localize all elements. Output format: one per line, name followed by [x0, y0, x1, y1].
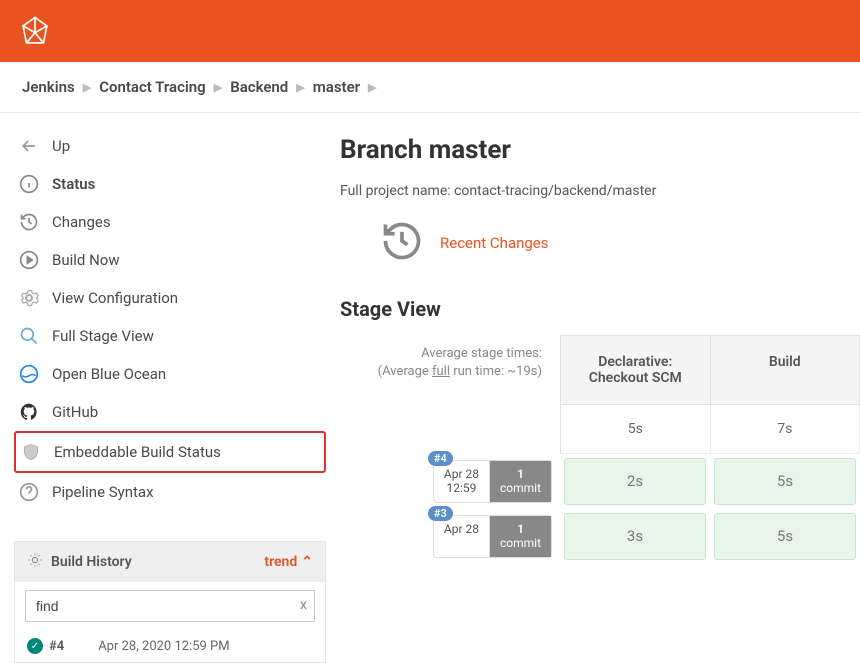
build-row: #3 Apr 28 1 commit 3s 5s — [340, 509, 860, 564]
stage-header: Build — [711, 336, 860, 404]
build-badge[interactable]: #4 Apr 28 12:59 1 commit — [433, 460, 552, 503]
sidebar-item-label: GitHub — [52, 403, 98, 421]
info-icon — [18, 173, 40, 195]
page-title: Branch master — [340, 135, 860, 165]
crumb-branch[interactable]: master — [313, 78, 360, 96]
build-history-search-input[interactable] — [25, 590, 315, 622]
build-number: #4 — [49, 639, 64, 654]
build-commit-count: 1 commit — [490, 516, 551, 557]
sidebar-item-full-stage-view[interactable]: Full Stage View — [14, 317, 326, 355]
stage-cell[interactable]: 5s — [714, 458, 856, 505]
sidebar-item-view-configuration[interactable]: View Configuration — [14, 279, 326, 317]
sun-icon — [27, 552, 43, 572]
sidebar-item-label: Changes — [52, 213, 111, 231]
average-stage-times-label: Average stage times: (Average full run t… — [340, 335, 560, 454]
sidebar-item-label: Build Now — [52, 251, 120, 269]
full-project-name: Full project name: contact-tracing/backe… — [340, 183, 860, 199]
crumb-jenkins[interactable]: Jenkins — [22, 78, 75, 96]
chevron-right-icon: ▶ — [214, 81, 222, 94]
sidebar-item-embeddable-build-status[interactable]: Embeddable Build Status — [14, 431, 326, 473]
top-header — [0, 0, 860, 62]
sidebar: Up Status Changes Build Now View Configu… — [0, 113, 340, 663]
sidebar-item-changes[interactable]: Changes — [14, 203, 326, 241]
magnifier-icon — [18, 325, 40, 347]
main-content: Branch master Full project name: contact… — [340, 113, 860, 663]
sidebar-item-status[interactable]: Status — [14, 165, 326, 203]
sidebar-item-label: Up — [52, 137, 70, 155]
shield-icon — [20, 441, 42, 463]
trend-toggle[interactable]: trend ⌃ — [264, 554, 313, 570]
build-commit-count: 1 commit — [490, 461, 551, 502]
build-history-title: Build History — [51, 554, 132, 570]
build-timestamp: Apr 28 — [434, 516, 490, 557]
sidebar-item-github[interactable]: GitHub — [14, 393, 326, 431]
crumb-project[interactable]: Contact Tracing — [99, 78, 206, 96]
sidebar-item-label: Full Stage View — [52, 327, 154, 345]
build-badge[interactable]: #3 Apr 28 1 commit — [433, 515, 552, 558]
clear-search-icon[interactable]: x — [300, 597, 307, 613]
history-clock-icon — [380, 219, 424, 267]
stage-cell[interactable]: 2s — [564, 458, 706, 505]
chevron-right-icon: ▶ — [83, 81, 91, 94]
build-history-panel: Build History trend ⌃ x ✓ #4 Apr 28, 202… — [14, 541, 326, 663]
help-icon — [18, 481, 40, 503]
recent-changes-link[interactable]: Recent Changes — [440, 234, 549, 252]
sidebar-item-label: Embeddable Build Status — [54, 443, 221, 461]
stage-average-time: 5s — [561, 405, 711, 453]
history-icon — [18, 211, 40, 233]
sidebar-item-label: Pipeline Syntax — [52, 483, 154, 501]
success-status-icon: ✓ — [27, 638, 43, 654]
build-row: #4 Apr 28 12:59 1 commit 2s 5s — [340, 454, 860, 509]
jenkins-logo-icon — [18, 14, 52, 48]
chevron-right-icon: ▶ — [296, 81, 304, 94]
chevron-up-icon: ⌃ — [301, 554, 313, 570]
build-timestamp: Apr 28 12:59 — [434, 461, 490, 502]
sidebar-item-up[interactable]: Up — [14, 127, 326, 165]
sidebar-item-label: Open Blue Ocean — [52, 365, 166, 383]
recent-changes-section: Recent Changes — [380, 219, 860, 267]
build-date: Apr 28, 2020 12:59 PM — [98, 639, 229, 654]
stage-view-heading: Stage View — [340, 297, 860, 321]
gear-icon — [18, 287, 40, 309]
github-icon — [18, 401, 40, 423]
build-history-header: Build History trend ⌃ — [15, 542, 325, 582]
breadcrumb: Jenkins ▶ Contact Tracing ▶ Backend ▶ ma… — [0, 62, 860, 113]
crumb-module[interactable]: Backend — [230, 78, 288, 96]
stage-cell[interactable]: 5s — [714, 513, 856, 560]
build-number-chip: #4 — [428, 451, 453, 466]
build-number-chip: #3 — [428, 506, 453, 521]
chevron-right-icon: ▶ — [368, 81, 376, 94]
sidebar-item-label: View Configuration — [52, 289, 178, 307]
sidebar-item-label: Status — [52, 175, 95, 193]
stage-cell[interactable]: 3s — [564, 513, 706, 560]
sidebar-item-pipeline-syntax[interactable]: Pipeline Syntax — [14, 473, 326, 511]
arrow-left-icon — [18, 135, 40, 157]
sidebar-item-build-now[interactable]: Build Now — [14, 241, 326, 279]
play-circle-icon — [18, 249, 40, 271]
sidebar-item-open-blue-ocean[interactable]: Open Blue Ocean — [14, 355, 326, 393]
stage-average-time: 7s — [711, 405, 860, 453]
stage-header: Declarative: Checkout SCM — [561, 336, 711, 404]
build-history-row[interactable]: ✓ #4 Apr 28, 2020 12:59 PM — [15, 630, 325, 662]
blue-ocean-icon — [18, 363, 40, 385]
